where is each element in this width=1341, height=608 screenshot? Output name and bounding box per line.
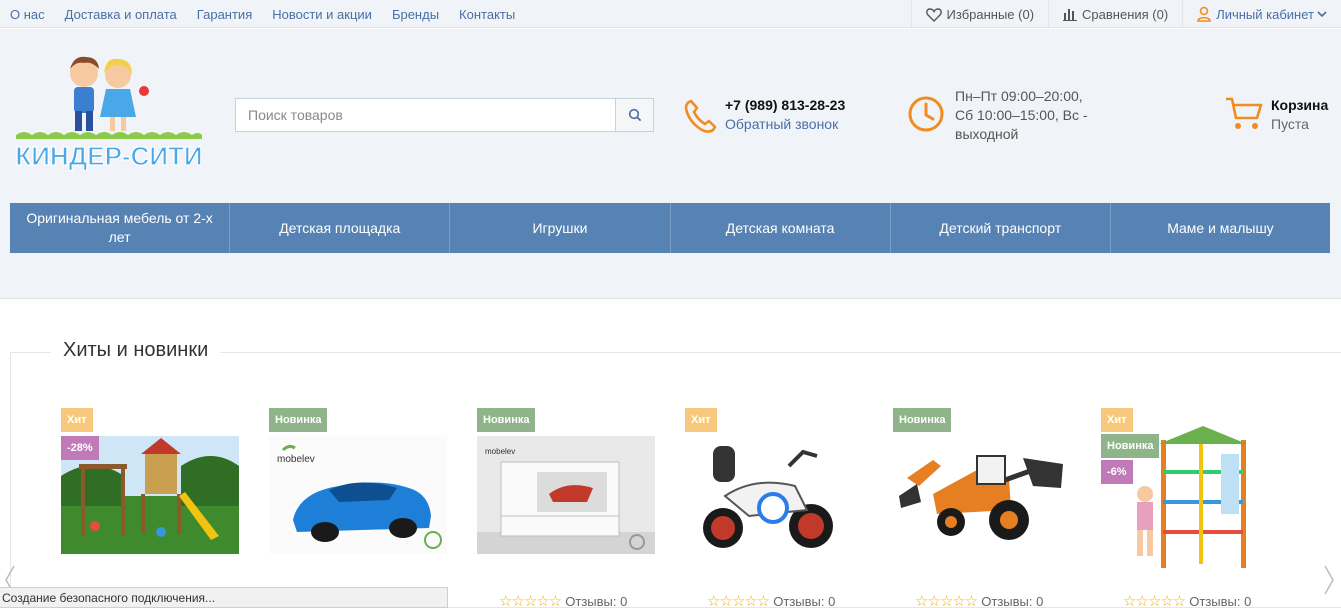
product-rating: ☆☆☆☆☆ Отзывы: 0: [499, 592, 627, 608]
nav-kids-room[interactable]: Детская комната: [671, 203, 891, 253]
badge-hit: Хит: [61, 408, 93, 432]
compare-label: Сравнения (0): [1082, 6, 1169, 22]
nav-kids-transport[interactable]: Детский транспорт: [891, 203, 1111, 253]
nav-playground[interactable]: Детская площадка: [230, 203, 451, 253]
compare-link[interactable]: Сравнения (0): [1048, 0, 1182, 28]
account-label: Личный кабинет: [1216, 6, 1314, 22]
reviews-count[interactable]: Отзывы: 0: [565, 594, 627, 608]
topnav-delivery[interactable]: Доставка и оплата: [65, 7, 177, 22]
work-hours: Пн–Пт 09:00–20:00, Сб 10:00–15:00, Вс - …: [907, 87, 1095, 144]
badge-new: Новинка: [477, 408, 536, 432]
topnav-brands[interactable]: Бренды: [392, 7, 439, 22]
star-rating-icon: ☆☆☆☆☆: [915, 593, 978, 608]
topnav-warranty[interactable]: Гарантия: [197, 7, 252, 22]
phone-number[interactable]: +7 (989) 813-28-23: [725, 96, 845, 114]
favorites-link[interactable]: Избранные (0): [910, 0, 1049, 28]
browser-status-bar: Создание безопасного подключения...: [0, 587, 448, 608]
chevron-down-icon: [1317, 11, 1327, 18]
badge-new: Новинка: [893, 408, 952, 432]
topnav-news[interactable]: Новости и акции: [272, 7, 372, 22]
product-image-kids-tractor[interactable]: [893, 436, 1071, 554]
page: О нас Доставка и оплата Гарантия Новости…: [0, 0, 1341, 608]
brand-logo-text: mobelev: [277, 454, 315, 465]
search-input[interactable]: [235, 98, 615, 132]
nav-furniture[interactable]: Оригинальная мебель от 2-х лет: [10, 203, 231, 253]
star-rating-icon: ☆☆☆☆☆: [499, 593, 562, 608]
section-title: Хиты и новинки: [51, 339, 221, 362]
header: КИНДЕР-СИТИ +7 (989) 813-28-23 Обратный …: [0, 29, 1341, 299]
top-nav: О нас Доставка и оплата Гарантия Новости…: [10, 0, 535, 28]
product-rating: ☆☆☆☆☆ Отзывы: 0: [915, 592, 1043, 608]
site-logo[interactable]: КИНДЕР-СИТИ: [14, 53, 204, 177]
star-rating-icon: ☆☆☆☆☆: [1123, 593, 1186, 608]
account-menu[interactable]: Личный кабинет: [1182, 0, 1341, 28]
bar-chart-icon: [1063, 9, 1078, 21]
callback-link[interactable]: Обратный звонок: [725, 114, 845, 134]
search-icon: [628, 108, 641, 122]
heart-icon: [925, 7, 942, 22]
nav-toys[interactable]: Игрушки: [450, 203, 671, 253]
product-image-kids-motorbike[interactable]: [685, 436, 863, 554]
clock-icon: [908, 96, 944, 132]
topnav-contacts[interactable]: Контакты: [459, 7, 515, 22]
top-right-links: Избранные (0) Сравнения (0) Личный кабин…: [910, 0, 1341, 28]
star-rating-icon: ☆☆☆☆☆: [707, 593, 770, 608]
logo-text: КИНДЕР-СИТИ: [15, 141, 202, 171]
badge-discount: -28%: [61, 436, 99, 460]
cart-title: Корзина: [1271, 97, 1329, 113]
reviews-count[interactable]: Отзывы: 0: [773, 594, 835, 608]
product-image-dresser[interactable]: mobelev: [477, 436, 655, 554]
work-hours-text: Пн–Пт 09:00–20:00, Сб 10:00–15:00, Вс - …: [955, 88, 1088, 142]
badge-new: Новинка: [269, 408, 328, 432]
reviews-count[interactable]: Отзывы: 0: [981, 594, 1043, 608]
cart-status: Пуста: [1271, 116, 1309, 132]
topnav-about[interactable]: О нас: [10, 7, 45, 22]
carousel-next-arrow-icon[interactable]: [1319, 552, 1341, 608]
badge-new: Новинка: [1101, 434, 1160, 458]
product-rating: ☆☆☆☆☆ Отзывы: 0: [707, 592, 835, 608]
badge-hit: Хит: [1101, 408, 1133, 432]
phone-block: +7 (989) 813-28-23 Обратный звонок: [683, 96, 845, 136]
badge-hit: Хит: [685, 408, 717, 432]
product-rating: ☆☆☆☆☆ Отзывы: 0: [1123, 592, 1251, 608]
search-form: [235, 98, 654, 132]
phone-icon: [684, 99, 717, 133]
reviews-count[interactable]: Отзывы: 0: [1189, 594, 1251, 608]
product-image-car-bed[interactable]: mobelev: [269, 436, 447, 554]
main-nav: Оригинальная мебель от 2-х лет Детская п…: [10, 203, 1330, 253]
top-bar: О нас Доставка и оплата Гарантия Новости…: [0, 0, 1341, 28]
cart-icon: [1226, 97, 1263, 129]
brand-logo-text: mobelev: [485, 447, 515, 456]
cart[interactable]: Корзина Пуста: [1225, 96, 1328, 134]
user-icon: [1197, 6, 1211, 22]
nav-mom-baby[interactable]: Маме и малышу: [1111, 203, 1330, 253]
favorites-label: Избранные (0): [946, 6, 1035, 22]
search-button[interactable]: [615, 98, 654, 132]
badge-discount: -6%: [1101, 460, 1133, 484]
